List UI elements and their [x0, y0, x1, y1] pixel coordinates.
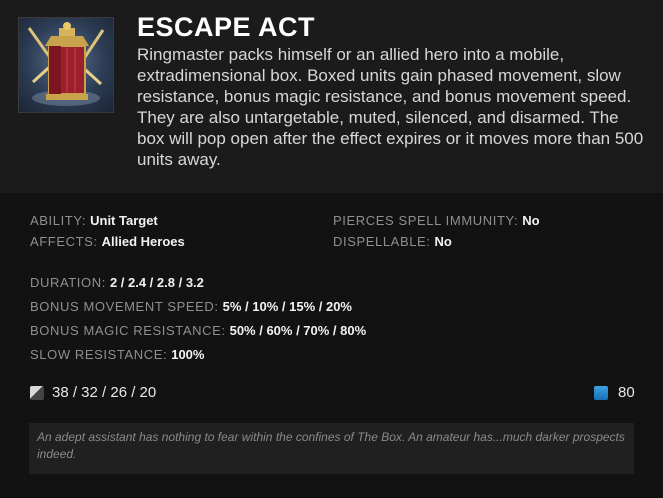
ability-description: Ringmaster packs himself or an allied he… [137, 45, 644, 169]
cooldown: 38 / 32 / 26 / 20 [30, 384, 156, 401]
cooldown-value: 38 / 32 / 26 / 20 [52, 384, 157, 401]
slow-resistance-value: 100% [171, 347, 205, 362]
slow-resistance-row: SLOW RESISTANCE: 100% [30, 347, 204, 362]
magic-resistance-value: 50% / 60% / 70% / 80% [229, 323, 367, 338]
slow-resistance-label: SLOW RESISTANCE: [30, 347, 168, 362]
movement-speed-value: 5% / 10% / 15% / 20% [222, 299, 352, 314]
affects-value: Allied Heroes [101, 234, 185, 249]
dispellable-label: DISPELLABLE: [333, 234, 431, 249]
dispellable-value: No [434, 234, 452, 249]
cooldown-icon [30, 385, 44, 400]
movement-speed-label: BONUS MOVEMENT SPEED: [30, 299, 219, 314]
pierces-immunity-row: PIERCES SPELL IMMUNITY: No [333, 213, 540, 228]
tooltip-header: ESCAPE ACT Ringmaster packs himself or a… [0, 0, 663, 193]
duration-value: 2 / 2.4 / 2.8 / 3.2 [109, 275, 204, 290]
pierces-immunity-label: PIERCES SPELL IMMUNITY: [333, 213, 519, 228]
escape-act-box-icon [18, 17, 114, 113]
ability-tooltip: ESCAPE ACT Ringmaster packs himself or a… [0, 0, 663, 498]
magic-resistance-row: BONUS MAGIC RESISTANCE: 50% / 60% / 70% /… [30, 323, 366, 338]
ability-type-row: ABILITY: Unit Target [30, 213, 158, 228]
ability-type-value: Unit Target [90, 213, 158, 228]
affects-label: AFFECTS: [30, 234, 98, 249]
pierces-immunity-value: No [522, 213, 540, 228]
ability-name: ESCAPE ACT [137, 12, 316, 42]
mana-cost-value: 80 [618, 384, 635, 401]
dispellable-row: DISPELLABLE: No [333, 234, 452, 249]
magic-resistance-label: BONUS MAGIC RESISTANCE: [30, 323, 226, 338]
lore-text: An adept assistant has nothing to fear w… [29, 423, 634, 474]
movement-speed-row: BONUS MOVEMENT SPEED: 5% / 10% / 15% / 20… [30, 299, 352, 314]
duration-row: DURATION: 2 / 2.4 / 2.8 / 3.2 [30, 275, 204, 290]
affects-row: AFFECTS: Allied Heroes [30, 234, 185, 249]
mana-icon [594, 385, 608, 400]
duration-label: DURATION: [30, 275, 106, 290]
mana-cost: 80 [594, 384, 635, 401]
ability-type-label: ABILITY: [30, 213, 87, 228]
